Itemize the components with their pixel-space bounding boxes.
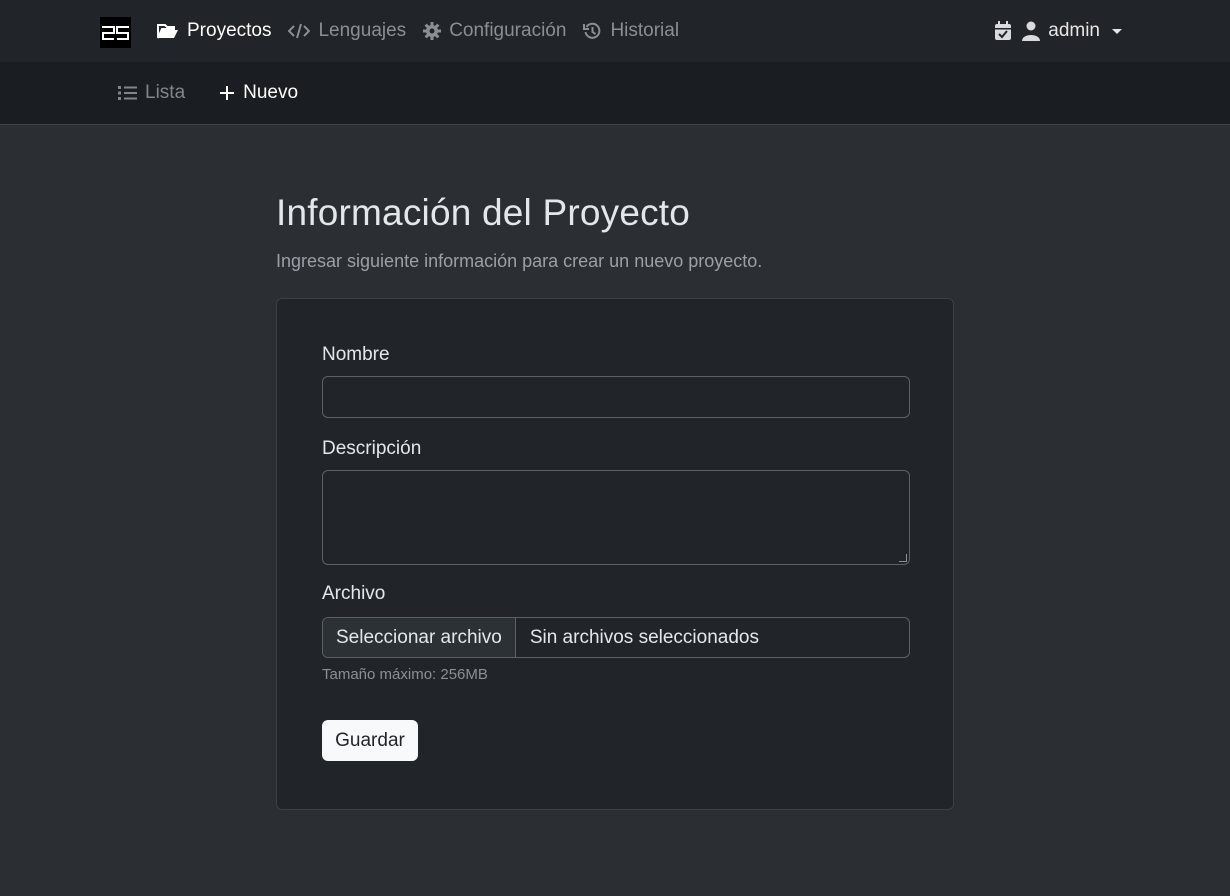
subnav-item-nuevo[interactable]: Nuevo: [219, 82, 298, 104]
project-form-card: Nombre Descripción Archivo Seleccionar a…: [276, 298, 954, 810]
folder-open-icon: [157, 24, 178, 39]
project-form: Nombre Descripción Archivo Seleccionar a…: [322, 344, 910, 761]
nav-item-label: Proyectos: [187, 20, 272, 41]
user-icon: [1022, 21, 1041, 41]
top-navbar: Proyectos Lenguajes Configuración Histor…: [0, 0, 1230, 62]
nav-item-proyectos[interactable]: Proyectos: [157, 20, 271, 42]
save-button[interactable]: Guardar: [322, 720, 418, 761]
sub-navbar: Lista Nuevo: [0, 62, 1230, 125]
list-icon: [118, 86, 137, 100]
file-label: Archivo: [322, 583, 386, 604]
brand-logo[interactable]: [100, 17, 131, 48]
nav-item-label: Historial: [610, 20, 680, 41]
choose-file-button[interactable]: Seleccionar archivo: [323, 618, 516, 657]
brand-logo-icon: [102, 25, 129, 40]
nav-item-configuracion[interactable]: Configuración: [423, 20, 566, 42]
nav-item-historial[interactable]: Historial: [583, 20, 679, 42]
file-input[interactable]: Seleccionar archivo Sin archivos selecci…: [322, 617, 910, 658]
main-nav: Proyectos Lenguajes Configuración Histor…: [157, 0, 696, 62]
nav-item-label: Lenguajes: [318, 20, 407, 41]
file-help-text: Tamaño máximo: 256MB: [322, 666, 488, 683]
description-label: Descripción: [322, 438, 422, 459]
description-field[interactable]: [322, 470, 910, 565]
subnav-item-label: Nuevo: [243, 82, 299, 103]
user-name: admin: [1048, 20, 1100, 41]
nav-item-label: Configuración: [449, 20, 567, 41]
plus-icon: [220, 86, 235, 100]
page-title: Información del Proyecto: [276, 192, 691, 233]
page-header: Información del Proyecto Ingresar siguie…: [276, 192, 954, 272]
resize-handle[interactable]: [899, 554, 907, 562]
page-subtitle: Ingresar siguiente información para crea…: [276, 251, 763, 271]
nav-item-lenguajes[interactable]: Lenguajes: [288, 20, 406, 42]
subnav-item-lista[interactable]: Lista: [118, 82, 185, 104]
chevron-down-icon: [1112, 28, 1122, 34]
user-area: admin: [994, 0, 1122, 62]
history-icon: [583, 22, 601, 39]
subnav-item-label: Lista: [145, 82, 186, 103]
code-icon: [288, 23, 311, 39]
gear-icon: [423, 22, 442, 40]
calendar-check-icon[interactable]: [994, 21, 1012, 41]
user-menu-toggle[interactable]: admin: [1022, 20, 1122, 42]
name-field[interactable]: [322, 376, 910, 418]
file-status: Sin archivos seleccionados: [529, 626, 759, 648]
name-label: Nombre: [322, 344, 390, 365]
